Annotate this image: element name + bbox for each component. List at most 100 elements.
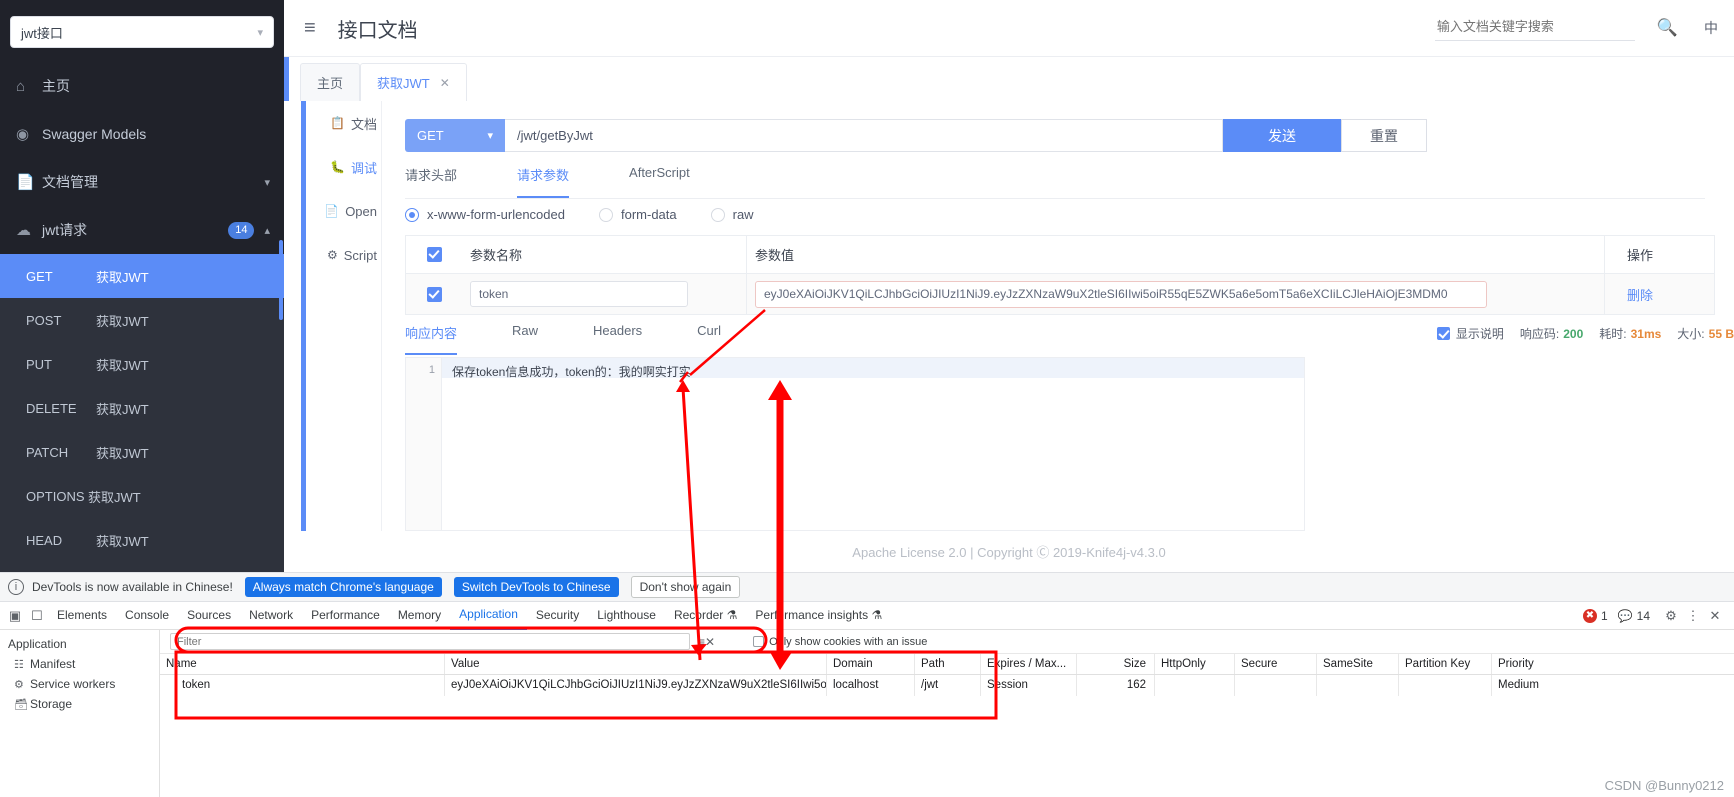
url-input[interactable] (505, 119, 1223, 152)
tab-get-jwt[interactable]: 获取JWT ✕ (360, 63, 467, 101)
devtools-tab-performance[interactable]: Performance (302, 602, 389, 629)
hamburger-menu-icon[interactable]: ≡ (304, 17, 316, 40)
col-name[interactable]: Name (160, 654, 445, 674)
checkbox-icon[interactable] (426, 247, 442, 262)
radio-raw[interactable]: raw (710, 207, 754, 222)
inner-nav-open[interactable]: 📄 Open (301, 189, 379, 233)
size-value: 55 B (1708, 326, 1734, 341)
radio-form-data[interactable]: form-data (598, 207, 677, 222)
send-button[interactable]: 发送 (1223, 119, 1341, 152)
devtools-tab-application[interactable]: Application (450, 601, 527, 630)
devtools-tab-lighthouse[interactable]: Lighthouse (588, 602, 665, 629)
tab-request-params[interactable]: 请求参数 (517, 165, 570, 198)
col-path[interactable]: Path (915, 654, 981, 674)
sidebar-request-row[interactable]: PUT 获取JWT (0, 342, 284, 386)
notice-text: DevTools is now available in Chinese! (32, 580, 233, 594)
devtools-tab-console[interactable]: Console (116, 602, 178, 629)
language-toggle[interactable]: 中 (1704, 18, 1718, 38)
cookie-filter-input[interactable] (170, 633, 690, 650)
tab-response-headers[interactable]: Headers (593, 323, 642, 355)
sidebar-item-doc-manage[interactable]: 📄 文档管理 ▾ (0, 158, 284, 206)
param-value-input[interactable] (755, 280, 1487, 308)
sidebar-item-label: jwt请求 (42, 222, 88, 238)
col-value[interactable]: Value (445, 654, 827, 674)
sidebar-item-home[interactable]: ⌂ 主页 (0, 62, 284, 110)
delete-param-button[interactable]: 删除 (1604, 274, 1714, 314)
col-partition-key[interactable]: Partition Key (1399, 654, 1492, 674)
checkbox-icon[interactable] (1436, 327, 1450, 340)
always-match-language-button[interactable]: Always match Chrome's language (244, 577, 442, 597)
tab-response-body[interactable]: 响应内容 (405, 323, 458, 355)
tab-afterscript[interactable]: AfterScript (629, 165, 690, 198)
sidebar-item-jwt-requests[interactable]: ☁ jwt请求 14 ▴ (0, 206, 284, 254)
select-all-cell[interactable] (406, 247, 462, 262)
tab-request-headers[interactable]: 请求头部 (405, 165, 457, 198)
sidebar-item-swagger-models[interactable]: ◉ Swagger Models (0, 110, 284, 158)
device-toolbar-icon[interactable]: ☐ (26, 608, 48, 624)
sidebar-request-row[interactable]: OPTIONS 获取JWT (0, 474, 284, 518)
sidebar-request-row[interactable]: PATCH 获取JWT (0, 430, 284, 474)
models-icon: ◉ (16, 126, 30, 143)
devtools-panel: ▣ ☐ Elements Console Sources Network Per… (0, 602, 1734, 797)
switch-to-chinese-button[interactable]: Switch DevTools to Chinese (453, 577, 619, 597)
checkbox-icon[interactable] (753, 636, 765, 647)
doc-manage-icon: 📄 (16, 174, 35, 191)
search-input[interactable] (1434, 15, 1635, 41)
method-select[interactable]: GET ▾ (405, 119, 505, 152)
info-icon: i (8, 579, 24, 595)
devtools-tab-elements[interactable]: Elements (48, 602, 116, 629)
param-name-input[interactable] (470, 281, 688, 307)
response-body-box: 1 保存token信息成功，token的：我的啊实打实 (405, 357, 1305, 531)
sidebar-scrollbar[interactable] (279, 240, 283, 320)
inner-nav-debug[interactable]: 🐛 调试 (301, 145, 379, 189)
cell-partition-key (1399, 675, 1492, 696)
sidebar-request-row[interactable]: DELETE 获取JWT (0, 386, 284, 430)
col-secure[interactable]: Secure (1235, 654, 1317, 674)
tab-response-raw[interactable]: Raw (512, 323, 538, 355)
devtools-tab-performance-insights[interactable]: Performance insights ⚗ (746, 602, 891, 629)
tab-response-curl[interactable]: Curl (697, 323, 721, 355)
sidebar-request-row[interactable]: GET 保存JWT信息 (0, 562, 284, 572)
checkbox-icon[interactable] (426, 286, 442, 302)
col-size[interactable]: Size (1077, 654, 1155, 674)
reset-button[interactable]: 重置 (1341, 119, 1427, 152)
close-icon[interactable]: ✕ (440, 76, 450, 90)
request-label: 获取JWT (96, 445, 149, 461)
devtools-tab-security[interactable]: Security (527, 602, 588, 629)
col-expires[interactable]: Expires / Max... (981, 654, 1077, 674)
inner-nav-label: Open (345, 203, 377, 219)
sidebar-request-row[interactable]: POST 获取JWT (0, 298, 284, 342)
col-samesite[interactable]: SameSite (1317, 654, 1399, 674)
close-icon[interactable]: ✕ (1704, 608, 1726, 624)
sidebar-request-row[interactable]: GET 获取JWT (0, 254, 284, 298)
inner-nav-label: 文档 (350, 116, 377, 132)
cookies-table-row[interactable]: token eyJ0eXAiOiJKV1QiLCJhbGciOiJIUzI1Ni… (160, 675, 1734, 696)
kebab-menu-icon[interactable]: ⋮ (1682, 608, 1704, 624)
column-header-op: 操作 (1604, 236, 1714, 273)
dont-show-again-button[interactable]: Don't show again (630, 576, 741, 598)
sidebar-request-row[interactable]: HEAD 获取JWT (0, 518, 284, 562)
project-select[interactable]: jwt接口 ▾ (10, 16, 274, 48)
sidebar-item-service-workers[interactable]: ⚙ Service workers (0, 674, 159, 694)
search-icon[interactable]: 🔍 (1657, 18, 1678, 38)
inspect-element-icon[interactable]: ▣ (4, 608, 26, 624)
radio-urlencoded[interactable]: x-www-form-urlencoded (405, 207, 565, 222)
col-httponly[interactable]: HttpOnly (1155, 654, 1235, 674)
devtools-tab-network[interactable]: Network (240, 602, 302, 629)
gear-icon[interactable]: ⚙ (1660, 608, 1682, 624)
tab-label: 获取JWT (377, 76, 430, 91)
param-value-cell (746, 274, 1604, 314)
inner-nav-script[interactable]: ⚙ Script (301, 233, 379, 277)
devtools-tab-sources[interactable]: Sources (178, 602, 240, 629)
tab-home[interactable]: 主页 (300, 63, 361, 101)
row-select-cell[interactable] (406, 286, 462, 302)
devtools-tab-memory[interactable]: Memory (389, 602, 450, 629)
col-priority[interactable]: Priority (1492, 654, 1582, 674)
sidebar-item-storage[interactable]: 🗃 Storage (0, 694, 159, 714)
col-domain[interactable]: Domain (827, 654, 915, 674)
sidebar-item-manifest[interactable]: ☷ Manifest (0, 654, 159, 674)
inner-nav-doc[interactable]: 📋 文档 (301, 101, 379, 145)
only-issues-toggle[interactable]: Only show cookies with an issue (753, 636, 927, 648)
clear-filter-icon[interactable]: ≡✕ (698, 635, 715, 649)
devtools-tab-recorder[interactable]: Recorder ⚗ (665, 602, 746, 629)
